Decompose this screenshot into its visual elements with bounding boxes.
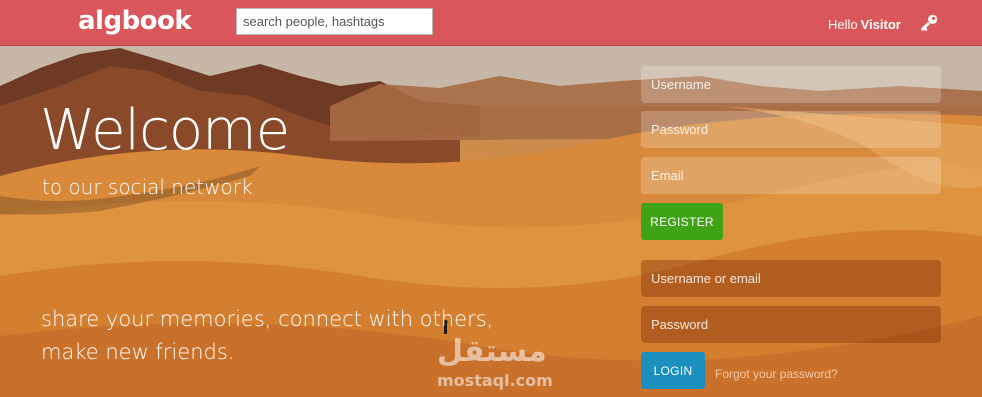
key-icon[interactable]: [918, 12, 940, 34]
top-navbar: algbook HelloVisitor: [0, 0, 982, 46]
watermark-latin: mostaql.com: [437, 371, 553, 390]
register-email-input[interactable]: [641, 157, 941, 194]
login-button[interactable]: LOGIN: [641, 352, 705, 389]
login-username-input[interactable]: [641, 260, 941, 297]
forgot-password-link[interactable]: Forgot your password?: [715, 367, 838, 381]
site-logo[interactable]: algbook: [78, 6, 192, 36]
watermark-arabic: مستقل: [437, 334, 547, 369]
user-greeting: Hello Visitor: [828, 17, 901, 32]
welcome-heading: Welcome: [40, 98, 290, 163]
greeting-username: Visitor: [860, 17, 901, 32]
hero-section: Welcome to our social network share your…: [0, 46, 982, 397]
register-username-input[interactable]: [641, 66, 941, 103]
greeting-text: Hello: [828, 17, 858, 32]
register-button[interactable]: REGISTER: [641, 203, 723, 240]
welcome-subtitle: to our social network: [42, 175, 253, 199]
login-password-input[interactable]: [641, 306, 941, 343]
register-password-input[interactable]: [641, 111, 941, 148]
search-input[interactable]: [236, 8, 433, 35]
tagline-line-1: share your memories, connect with others…: [41, 307, 494, 331]
